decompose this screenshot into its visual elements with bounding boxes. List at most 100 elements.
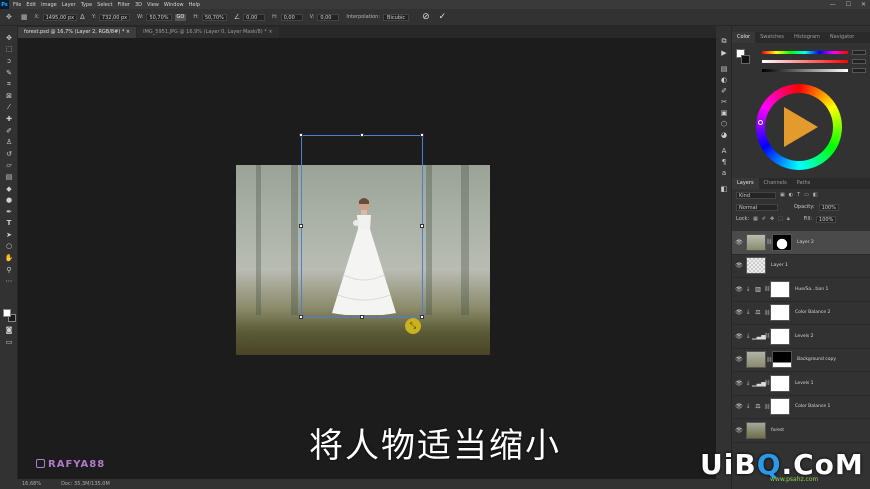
color-triangle[interactable]	[784, 107, 818, 147]
dodge-icon[interactable]: ●	[0, 194, 18, 206]
eyedropper-icon[interactable]: ⁄	[0, 102, 18, 114]
layer-mask-thumbnail[interactable]	[770, 327, 790, 345]
angle-input[interactable]: 0,00	[243, 13, 266, 21]
3d-icon[interactable]: ⬡	[716, 118, 732, 129]
layer-row[interactable]: 👁︎ ↓ ▁▃▅ ⛓︎ Levels 1	[732, 372, 870, 396]
opacity-input[interactable]: 100%	[818, 203, 839, 211]
hand-icon[interactable]: ✋	[0, 252, 18, 264]
hue-value[interactable]	[852, 50, 866, 55]
hue-slider[interactable]	[762, 51, 848, 54]
lasso-icon[interactable]: ↄ	[0, 55, 18, 67]
saturation-slider[interactable]	[762, 60, 848, 63]
menu-edit[interactable]: Edit	[26, 2, 36, 8]
color-swatches[interactable]	[3, 309, 16, 322]
transform-handle-bottom-right[interactable]	[420, 315, 424, 319]
color-wheel[interactable]	[756, 84, 842, 170]
tab-paths[interactable]: Paths	[792, 178, 816, 189]
cancel-transform-icon[interactable]: ⊘	[422, 12, 430, 22]
tab-forest[interactable]: forest.psd @ 16,7% (Layer 2, RGB/8#) * ×	[18, 27, 137, 38]
layer-row[interactable]: 👁︎ ↓ ⚖ ⛓︎ Color Balance 1	[732, 396, 870, 419]
path-select-icon[interactable]: ➤	[0, 229, 18, 241]
tab-swatches[interactable]: Swatches	[755, 32, 789, 43]
history-brush-icon[interactable]: ↺	[0, 148, 18, 160]
blend-mode-select[interactable]: Normal	[736, 203, 778, 211]
close-icon[interactable]: ✕	[861, 1, 866, 8]
transform-handle-bottom-left[interactable]	[299, 315, 303, 319]
layer-mask-thumbnail[interactable]	[772, 233, 792, 251]
layer-row[interactable]: 👁︎ ↓ ▥ ⛓︎ Hue/Sa...tion 1	[732, 278, 870, 302]
layer-mask-thumbnail[interactable]	[770, 280, 790, 298]
libraries-icon[interactable]: ▣	[716, 107, 732, 118]
menu-image[interactable]: Image	[41, 2, 57, 8]
tab-color[interactable]: Color	[732, 32, 756, 43]
saturation-value[interactable]	[852, 59, 866, 64]
menu-3d[interactable]: 3D	[135, 2, 142, 8]
x-input[interactable]: 1495,00 px	[42, 13, 78, 21]
quick-select-icon[interactable]: ✎	[0, 67, 18, 79]
blur-icon[interactable]: ◆	[0, 183, 18, 195]
zoom-level[interactable]: 16,68%	[22, 481, 41, 487]
brush-icon[interactable]: ✐	[0, 125, 18, 137]
transform-handle-top-right[interactable]	[420, 133, 424, 137]
transform-handle-left[interactable]	[299, 224, 303, 228]
layer-comps-icon[interactable]: ◧	[716, 183, 732, 194]
menu-select[interactable]: Select	[97, 2, 112, 8]
commit-transform-icon[interactable]: ✓	[439, 12, 447, 22]
lock-artboard-icon[interactable]: ⬚	[778, 216, 783, 222]
menu-layer[interactable]: Layer	[62, 2, 76, 8]
minimize-icon[interactable]: —	[830, 1, 836, 8]
screen-mode-icon[interactable]: ▭	[0, 336, 18, 348]
tab-histogram[interactable]: Histogram	[789, 32, 825, 43]
tab-channels[interactable]: Channels	[759, 178, 792, 189]
tab-navigator[interactable]: Navigator	[825, 32, 859, 43]
lock-transparent-icon[interactable]: ▦	[753, 216, 758, 222]
layer-row[interactable]: 👁︎ forest	[732, 419, 870, 443]
transform-handle-top[interactable]	[360, 133, 364, 137]
layer-row[interactable]: 👁︎ ↓ ▁▃▅ ⛓︎ Levels 2	[732, 325, 870, 349]
menu-type[interactable]: Type	[81, 2, 92, 8]
lock-position-icon[interactable]: ✥	[770, 216, 774, 222]
filter-adjustment-icon[interactable]: ◐	[789, 192, 793, 198]
layer-row[interactable]: 👁︎ ⛓︎ Background copy	[732, 349, 870, 372]
more-tools-icon[interactable]: ⋯	[0, 275, 18, 287]
stamp-icon[interactable]: ♙	[0, 136, 18, 148]
properties-icon[interactable]: ▤	[716, 63, 732, 74]
fill-input[interactable]: 100%	[816, 215, 837, 223]
layer-row[interactable]: 👁︎ ⛓︎ Layer 2	[732, 231, 870, 255]
close-tab-icon[interactable]: ×	[126, 29, 130, 35]
frame-icon[interactable]: ⊠	[0, 90, 18, 102]
glyphs-icon[interactable]: a	[716, 167, 732, 178]
gradient-icon[interactable]: ▤	[0, 171, 18, 183]
layer-row[interactable]: 👁︎ Layer 1	[732, 255, 870, 278]
visibility-eye-icon[interactable]: 👁︎	[734, 286, 744, 293]
character-icon[interactable]: A	[716, 145, 732, 156]
y-input[interactable]: 732,00 px	[98, 13, 131, 21]
pen-icon[interactable]: ✒	[0, 206, 18, 218]
reference-point-icon[interactable]: ▦	[21, 13, 28, 21]
visibility-eye-icon[interactable]: 👁︎	[734, 356, 744, 363]
hskew-input[interactable]: 0,00	[280, 13, 303, 21]
actions-play-icon[interactable]: ▶	[716, 47, 732, 58]
color-wheel-marker[interactable]	[758, 120, 763, 125]
visibility-eye-icon[interactable]: 👁︎	[734, 403, 744, 410]
menu-window[interactable]: Window	[164, 2, 184, 8]
quick-mask-icon[interactable]: ◙	[0, 324, 18, 336]
background-mini-swatch[interactable]	[741, 55, 750, 64]
h-input[interactable]: 50,70%	[201, 13, 227, 21]
visibility-eye-icon[interactable]: 👁︎	[734, 427, 744, 434]
maximize-icon[interactable]: ☐	[846, 1, 851, 8]
close-tab-icon[interactable]: ×	[268, 29, 272, 35]
healing-brush-icon[interactable]: ✚	[0, 113, 18, 125]
visibility-eye-icon[interactable]: 👁︎	[734, 262, 744, 269]
crop-icon[interactable]: ⌗	[0, 78, 18, 90]
eraser-icon[interactable]: ▱	[0, 160, 18, 172]
interpolation-select[interactable]: Bicubic	[383, 13, 410, 21]
link-button[interactable]: GO	[174, 13, 187, 21]
styles-icon[interactable]: ◕	[716, 129, 732, 140]
free-transform-box[interactable]	[299, 133, 424, 319]
brightness-slider[interactable]	[762, 69, 848, 72]
brightness-value[interactable]	[852, 68, 866, 73]
menu-file[interactable]: File	[13, 2, 21, 8]
visibility-eye-icon[interactable]: 👁︎	[734, 333, 744, 340]
menu-help[interactable]: Help	[189, 2, 200, 8]
